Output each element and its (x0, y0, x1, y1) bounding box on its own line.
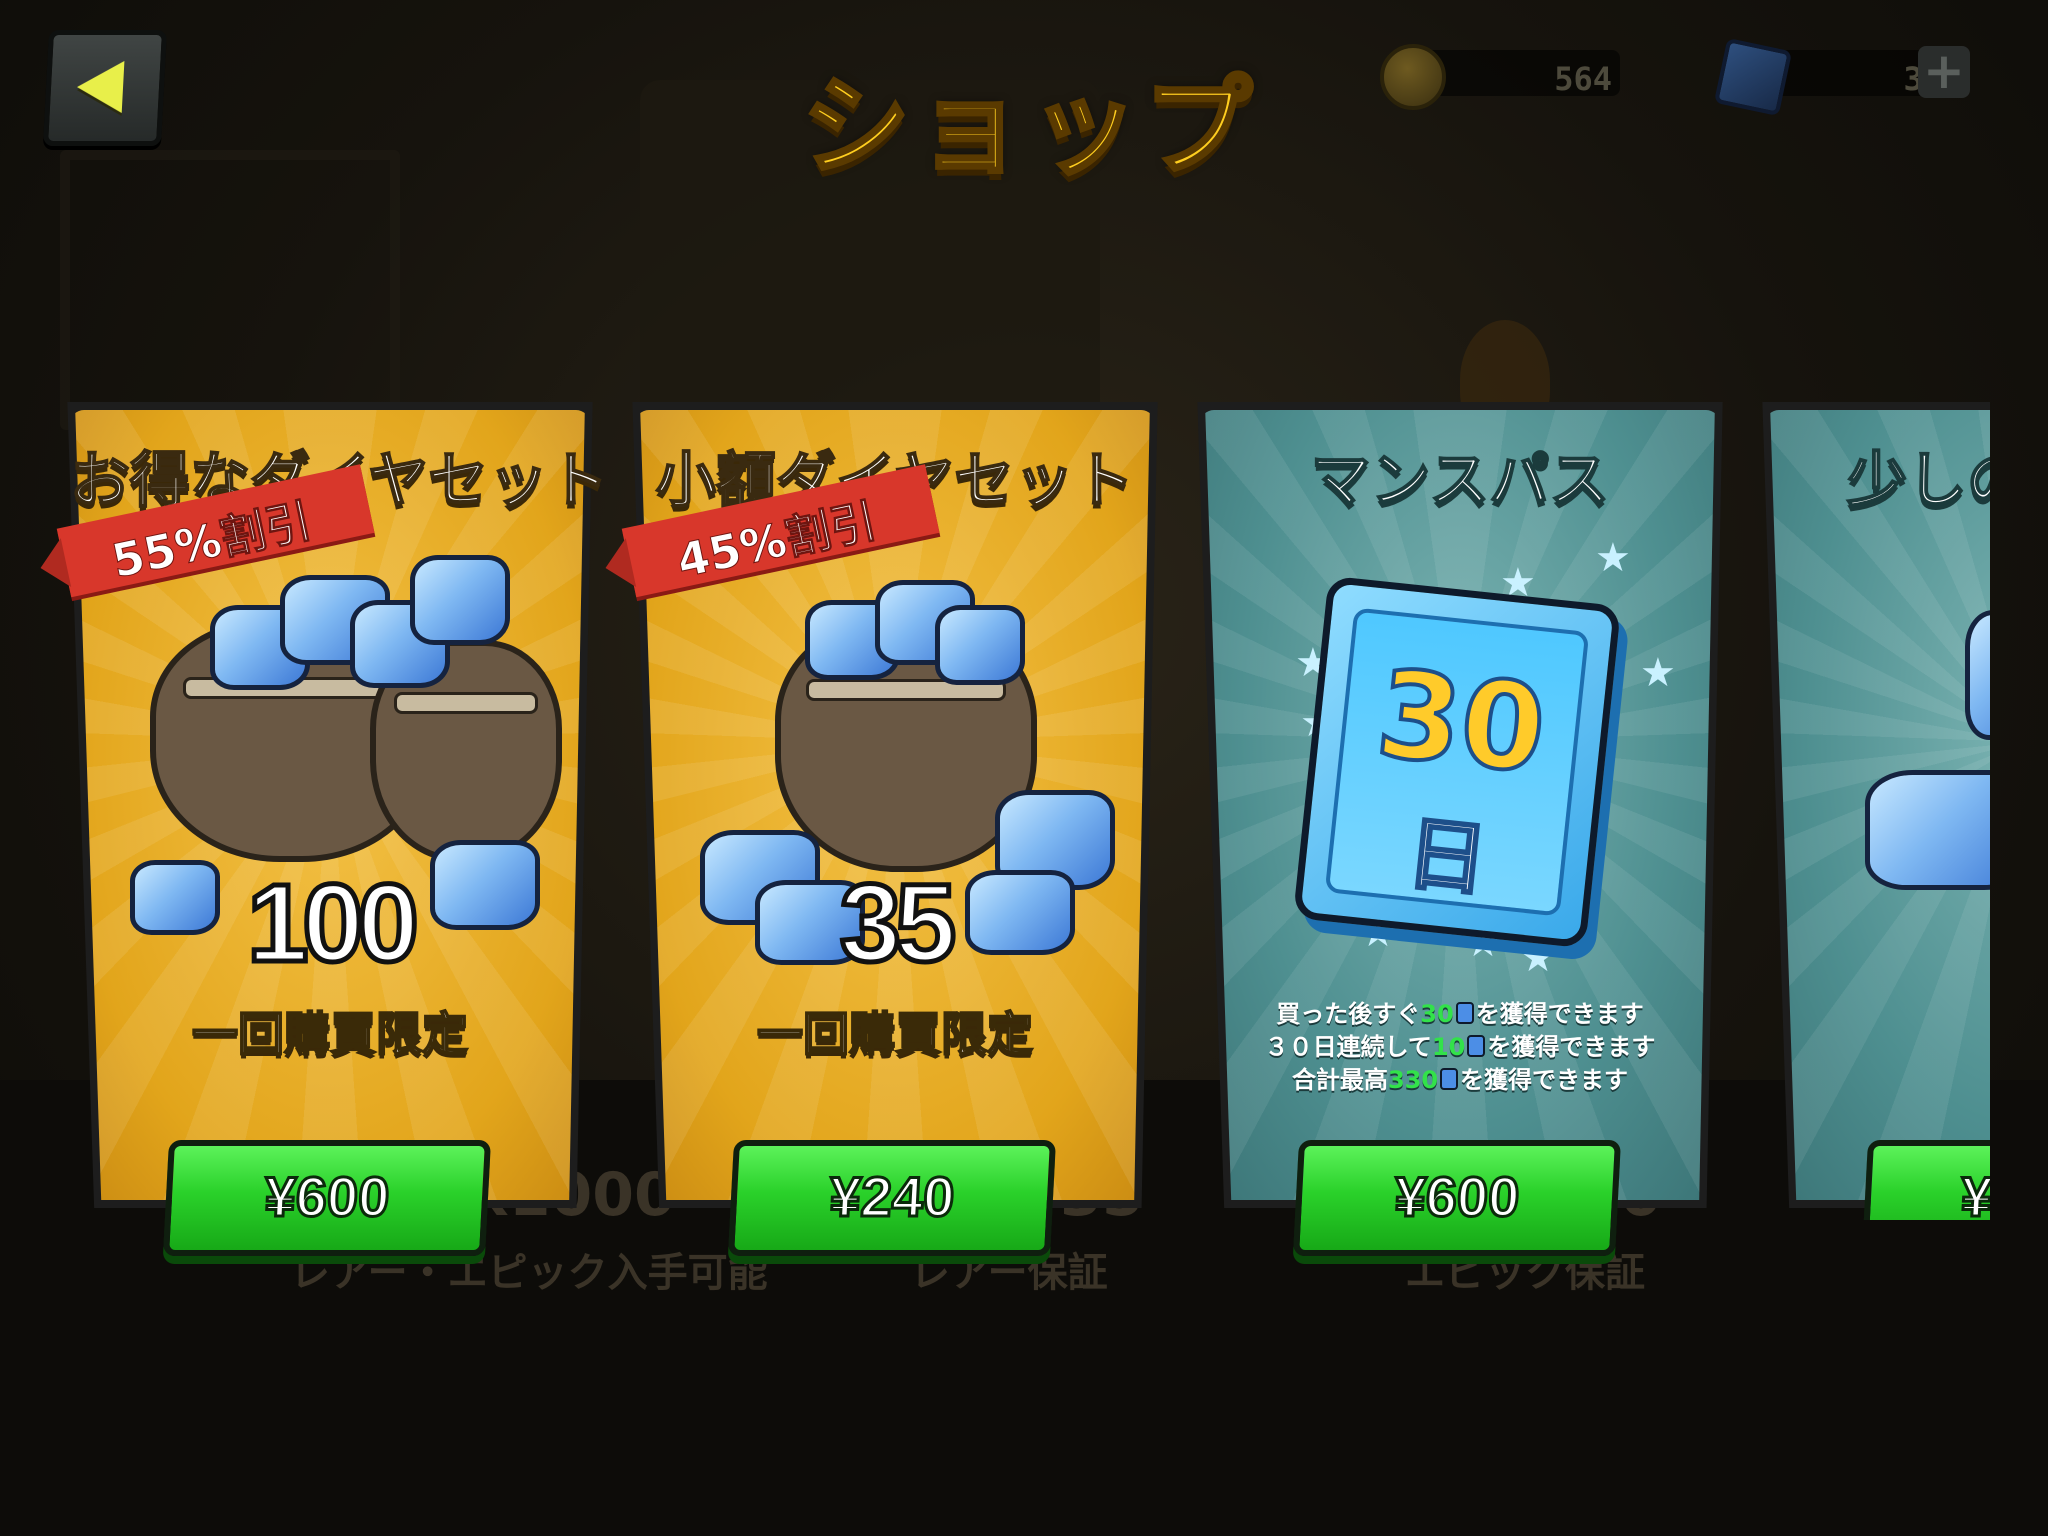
pass-desc-line: ３０日連続して10 を獲得できます (1264, 1033, 1656, 1061)
gem-counter: 33 + (1713, 37, 1970, 117)
diamond-amount: 100 (245, 860, 422, 988)
buy-button[interactable]: ¥240 (727, 1140, 1057, 1256)
diamond-icon (935, 605, 1025, 685)
coin-amount: 564 (1554, 60, 1612, 98)
back-button[interactable] (42, 30, 168, 146)
diamond-icon (410, 555, 510, 645)
price-label: ¥600 (262, 1164, 393, 1230)
coin-icon (1380, 44, 1446, 110)
buy-button[interactable]: ¥600 (162, 1140, 492, 1256)
gem-icon (1713, 37, 1793, 117)
shop-card-small-diamond-set[interactable]: 小額ダイヤセット 35 45%割引 一回購買限定 ¥240 (621, 402, 1158, 1256)
price-label: ¥ (1958, 1164, 1990, 1221)
card-title: マンスパス (1310, 445, 1611, 517)
card-clip: 少しの ¥ (1760, 400, 1990, 1220)
pass-days-number: 30 (1369, 643, 1554, 803)
diamond-icon (1865, 770, 1990, 890)
price-label: ¥240 (827, 1164, 958, 1230)
shop-card-partial[interactable]: 少しの ¥ (1762, 402, 1990, 1220)
buy-button[interactable]: ¥ (1861, 1140, 1990, 1221)
coin-counter: 564 (1380, 44, 1630, 110)
page-title: ショップ (800, 63, 1258, 192)
gem-icon (1455, 1002, 1474, 1024)
back-arrow-icon (75, 61, 125, 113)
purchase-limit-label: 一回購買限定 (191, 1006, 469, 1062)
diamond-icon (1965, 610, 1990, 740)
star-icon: ★ (1640, 650, 1676, 696)
price-label: ¥600 (1392, 1164, 1523, 1230)
shop-card-month-pass[interactable]: マンスパス ★ ★ ★ ★ ★ ★ ★ ★ 30 日 買った後すぐ30を獲得でき… (1197, 402, 1723, 1256)
diamond-amount: 35 (837, 860, 958, 988)
bg-bookshelf (60, 150, 400, 430)
calendar-icon: 30 日 (1292, 575, 1622, 949)
add-gems-button[interactable]: + (1918, 46, 1970, 98)
buy-button[interactable]: ¥600 (1292, 1140, 1622, 1256)
pass-desc-line: 合計最高330 を獲得できます (1291, 1066, 1629, 1094)
card-title: 少しの (1846, 445, 1990, 517)
coin-bar: 564 (1420, 50, 1620, 98)
shop-card-value-diamond-set[interactable]: お得なダイヤセット 100 55%割引 一回購買限定 ¥600 (56, 402, 609, 1256)
pass-description: 買った後すぐ30 を獲得できます ３０日連続して10 を獲得できます 合計最高330… (1230, 998, 1690, 1097)
purchase-limit-label: 一回購買限定 (756, 1006, 1034, 1062)
pass-desc-line: 買った後すぐ30 を獲得できます (1276, 1000, 1644, 1028)
gem-icon (1467, 1035, 1486, 1057)
gem-icon (1440, 1068, 1459, 1090)
pass-days-unit: 日 (1401, 805, 1493, 909)
star-icon: ★ (1595, 535, 1631, 581)
